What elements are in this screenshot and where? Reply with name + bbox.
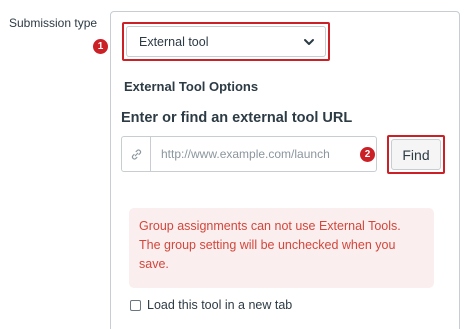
load-in-new-tab-checkbox[interactable] [130,299,141,311]
external-tool-url-group [121,136,377,172]
link-icon [131,148,141,160]
load-in-new-tab-label: Load this tool in a new tab [147,298,293,312]
group-assignment-alert: Group assignments can not use External T… [129,208,434,288]
submission-type-value: External tool [139,34,209,49]
chevron-down-icon [304,38,314,45]
external-tool-url-input[interactable] [151,137,347,171]
annotation-marker-2: 2 [360,147,375,162]
annotation-marker-1: 1 [93,39,108,54]
submission-type-label: Submission type [9,16,98,30]
link-icon-container [122,137,151,171]
external-tool-url-heading: Enter or find an external tool URL [121,110,353,126]
submission-type-select[interactable]: External tool [126,26,326,57]
load-in-new-tab-option[interactable]: Load this tool in a new tab [130,298,292,312]
external-tool-options-heading: External Tool Options [124,79,259,94]
find-button[interactable]: Find [391,139,441,170]
